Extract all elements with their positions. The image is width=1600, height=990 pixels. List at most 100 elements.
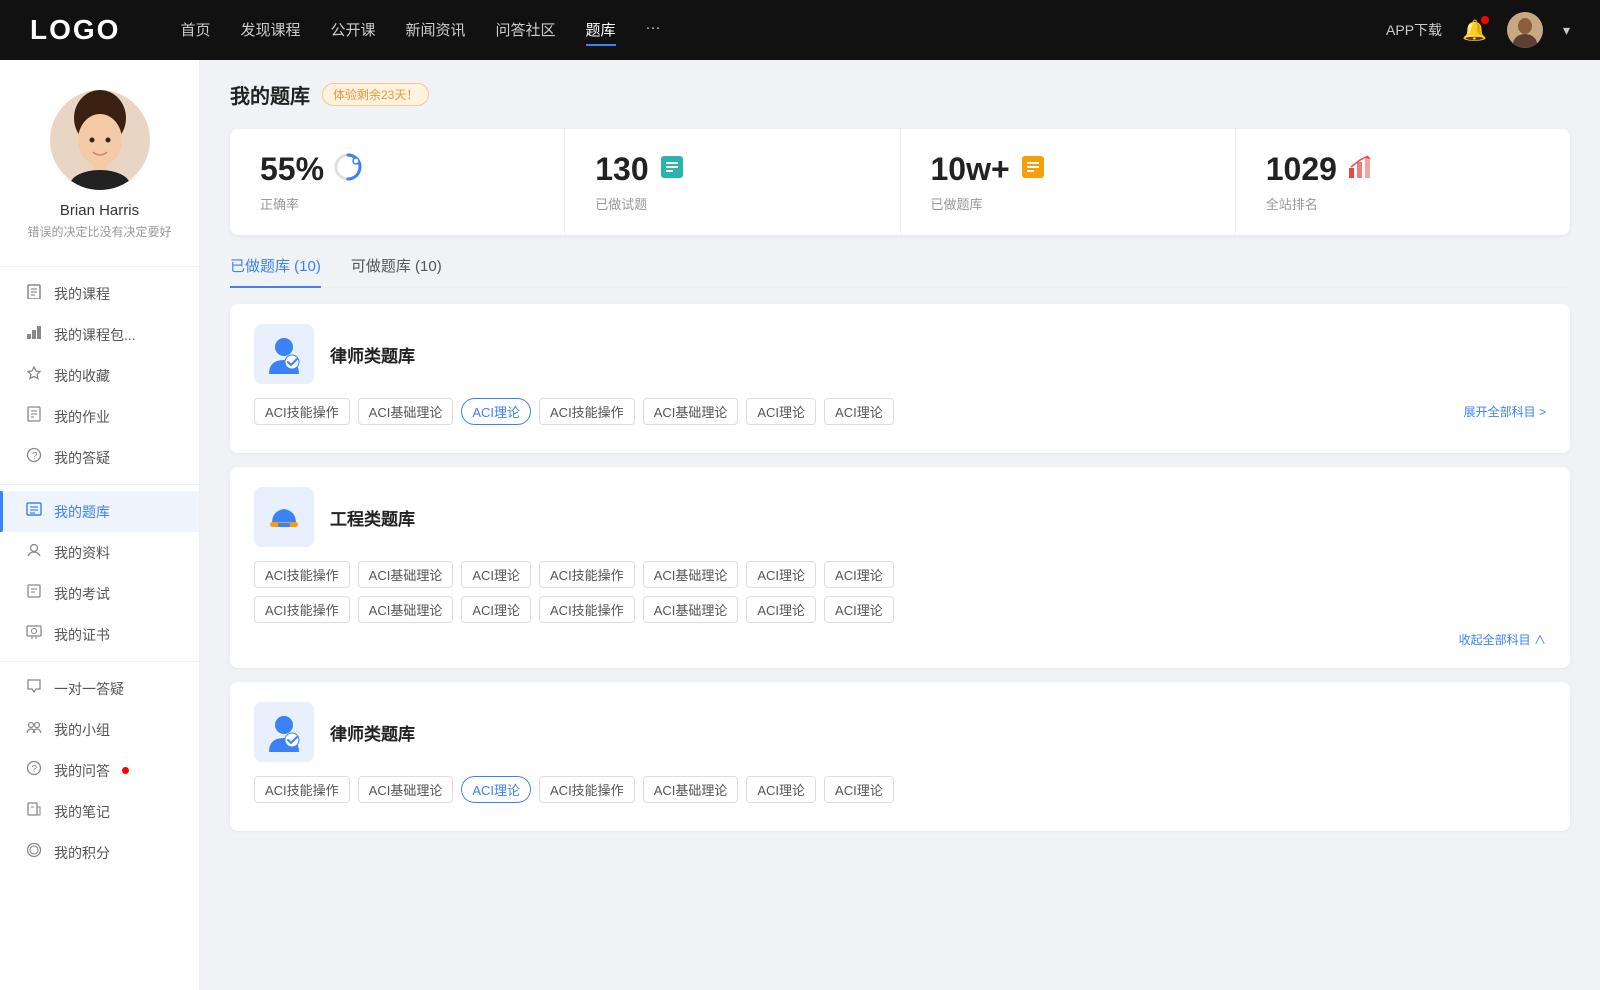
tag-eng-r2-0[interactable]: ACI技能操作	[254, 596, 350, 623]
user-avatar[interactable]	[1507, 12, 1543, 48]
sidebar-label-my-group: 我的小组	[54, 720, 110, 740]
tag-lawyer2-1[interactable]: ACI基础理论	[358, 776, 454, 803]
tag-lawyer1-1[interactable]: ACI基础理论	[358, 398, 454, 425]
notes-icon	[24, 801, 44, 822]
sidebar: Brian Harris 错误的决定比没有决定要好 我的课程 我的课程包...	[0, 60, 200, 990]
quiz-icon	[24, 501, 44, 522]
my-questions-icon: ?	[24, 760, 44, 781]
sidebar-motto: 错误的决定比没有决定要好	[17, 223, 181, 240]
nav-open-course[interactable]: 公开课	[330, 15, 375, 46]
stat-done-questions: 130 已做试题	[565, 129, 900, 235]
sidebar-item-my-courses[interactable]: 我的课程	[0, 273, 199, 314]
tag-eng-r1-3[interactable]: ACI技能操作	[539, 561, 635, 588]
stat-site-rank: 1029 全站排名	[1236, 129, 1570, 235]
sidebar-item-my-profile[interactable]: 我的资料	[0, 532, 199, 573]
tag-eng-r2-1[interactable]: ACI基础理论	[358, 596, 454, 623]
tag-lawyer2-5[interactable]: ACI理论	[746, 776, 816, 803]
tag-lawyer1-4[interactable]: ACI基础理论	[643, 398, 739, 425]
qna-icon: ?	[24, 447, 44, 468]
engineer-bank-tags-row1: ACI技能操作 ACI基础理论 ACI理论 ACI技能操作 ACI基础理论 AC…	[254, 561, 1546, 588]
nav-discover[interactable]: 发现课程	[240, 15, 300, 46]
page-title: 我的题库	[230, 80, 310, 109]
sidebar-item-my-points[interactable]: 我的积分	[0, 832, 199, 873]
tag-lawyer1-2[interactable]: ACI理论	[461, 398, 531, 425]
sidebar-divider-mid1	[0, 484, 199, 485]
stat-done-questions-label: 已做试题	[595, 194, 869, 213]
notification-bell[interactable]: 🔔	[1462, 18, 1487, 43]
tag-lawyer1-5[interactable]: ACI理论	[746, 398, 816, 425]
nav-links: 首页 发现课程 公开课 新闻资讯 问答社区 题库 ···	[180, 15, 1386, 46]
tag-eng-r1-0[interactable]: ACI技能操作	[254, 561, 350, 588]
quiz-section-header-lawyer-1: 律师类题库	[254, 324, 1546, 384]
tag-eng-r2-6[interactable]: ACI理论	[824, 596, 894, 623]
main-content: 我的题库 体验剩余23天！ 55% 正确率	[200, 60, 1600, 990]
nav-home[interactable]: 首页	[180, 15, 210, 46]
homework-icon	[24, 406, 44, 427]
stat-site-rank-top: 1029	[1266, 151, 1540, 188]
lawyer-bank-2-tags: ACI技能操作 ACI基础理论 ACI理论 ACI技能操作 ACI基础理论 AC…	[254, 776, 1546, 803]
svg-text:?: ?	[32, 451, 38, 462]
sidebar-item-my-questions[interactable]: ? 我的问答	[0, 750, 199, 791]
tag-lawyer2-0[interactable]: ACI技能操作	[254, 776, 350, 803]
lawyer-bank-1-expand[interactable]: 展开全部科目 >	[1464, 403, 1546, 420]
sidebar-label-my-packages: 我的课程包...	[54, 325, 136, 345]
sidebar-label-my-qna: 我的答疑	[54, 448, 110, 468]
engineer-bank-footer: 收起全部科目 ∧	[254, 631, 1546, 648]
page-wrapper: Brian Harris 错误的决定比没有决定要好 我的课程 我的课程包...	[0, 60, 1600, 990]
tag-lawyer2-2[interactable]: ACI理论	[461, 776, 531, 803]
helmet-badge-svg	[264, 497, 304, 537]
quiz-tabs: 已做题库 (10) 可做题库 (10)	[230, 255, 1570, 288]
engineer-bank-tags-row2: ACI技能操作 ACI基础理论 ACI理论 ACI技能操作 ACI基础理论 AC…	[254, 596, 1546, 623]
tag-eng-r2-4[interactable]: ACI基础理论	[643, 596, 739, 623]
sidebar-item-one-on-one[interactable]: 一对一答疑	[0, 668, 199, 709]
quiz-section-lawyer-2: 律师类题库 ACI技能操作 ACI基础理论 ACI理论 ACI技能操作 ACI基…	[230, 682, 1570, 831]
sidebar-item-my-notes[interactable]: 我的笔记	[0, 791, 199, 832]
nav-quiz[interactable]: 题库	[586, 15, 616, 46]
engineer-bank-collapse[interactable]: 收起全部科目 ∧	[1459, 631, 1546, 648]
stat-done-banks-value: 10w+	[931, 151, 1010, 188]
sidebar-avatar	[50, 90, 150, 190]
sidebar-item-my-group[interactable]: 我的小组	[0, 709, 199, 750]
tag-eng-r1-6[interactable]: ACI理论	[824, 561, 894, 588]
sidebar-item-my-exams[interactable]: 我的考试	[0, 573, 199, 614]
nav-news[interactable]: 新闻资讯	[406, 15, 466, 46]
sidebar-label-my-favorites: 我的收藏	[54, 366, 110, 386]
sidebar-label-my-courses: 我的课程	[54, 284, 110, 304]
tab-available-banks[interactable]: 可做题库 (10)	[351, 255, 442, 288]
sidebar-label-my-homework: 我的作业	[54, 407, 110, 427]
nav-more[interactable]: ···	[646, 15, 661, 46]
tag-eng-r2-3[interactable]: ACI技能操作	[539, 596, 635, 623]
tag-eng-r2-2[interactable]: ACI理论	[461, 596, 531, 623]
page-header: 我的题库 体验剩余23天！	[230, 80, 1570, 109]
app-download-button[interactable]: APP下载	[1386, 20, 1442, 40]
sidebar-item-my-quiz[interactable]: 我的题库	[0, 491, 199, 532]
tag-lawyer1-0[interactable]: ACI技能操作	[254, 398, 350, 425]
tag-eng-r1-5[interactable]: ACI理论	[746, 561, 816, 588]
tag-eng-r1-4[interactable]: ACI基础理论	[643, 561, 739, 588]
tag-eng-r1-1[interactable]: ACI基础理论	[358, 561, 454, 588]
user-menu-chevron[interactable]: ▾	[1563, 22, 1570, 39]
tag-eng-r2-5[interactable]: ACI理论	[746, 596, 816, 623]
sidebar-item-my-qna[interactable]: ? 我的答疑	[0, 437, 199, 478]
stat-accuracy-top: 55%	[260, 151, 534, 188]
tag-lawyer1-6[interactable]: ACI理论	[824, 398, 894, 425]
sidebar-item-my-packages[interactable]: 我的课程包...	[0, 314, 199, 355]
group-icon	[24, 719, 44, 740]
tag-lawyer2-4[interactable]: ACI基础理论	[643, 776, 739, 803]
tag-lawyer2-6[interactable]: ACI理论	[824, 776, 894, 803]
logo[interactable]: LOGO	[30, 14, 120, 46]
nav-qna[interactable]: 问答社区	[496, 15, 556, 46]
svg-text:?: ?	[32, 764, 38, 775]
stat-done-banks: 10w+ 已做题库	[901, 129, 1236, 235]
done-banks-icon	[1020, 154, 1046, 186]
person-badge-svg	[264, 334, 304, 374]
tag-eng-r1-2[interactable]: ACI理论	[461, 561, 531, 588]
sidebar-item-my-certs[interactable]: 我的证书	[0, 614, 199, 655]
avatar-image	[1507, 12, 1543, 48]
quiz-section-lawyer-1: 律师类题库 ACI技能操作 ACI基础理论 ACI理论 ACI技能操作 ACI基…	[230, 304, 1570, 453]
tag-lawyer2-3[interactable]: ACI技能操作	[539, 776, 635, 803]
tag-lawyer1-3[interactable]: ACI技能操作	[539, 398, 635, 425]
sidebar-item-my-favorites[interactable]: 我的收藏	[0, 355, 199, 396]
tab-done-banks[interactable]: 已做题库 (10)	[230, 255, 321, 288]
sidebar-item-my-homework[interactable]: 我的作业	[0, 396, 199, 437]
